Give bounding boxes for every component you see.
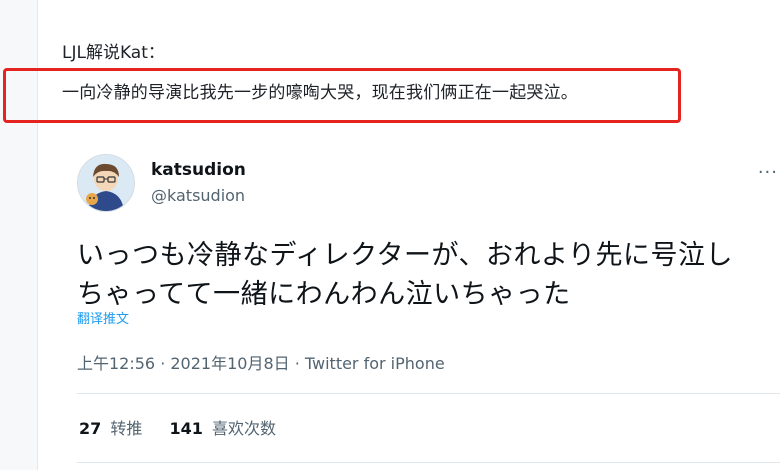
page: LJL解说Kat： 一向冷静的导演比我先一步的嚎啕大哭，现在我们俩正在一起哭泣。… — [0, 0, 780, 470]
retweets-stat[interactable]: 27 转推 — [79, 415, 142, 439]
post-quote-text: 一向冷静的导演比我先一步的嚎啕大哭，现在我们俩正在一起哭泣。 — [62, 83, 578, 103]
tweet-handle[interactable]: @katsudion — [151, 186, 245, 205]
likes-stat[interactable]: 141 喜欢次数 — [169, 415, 276, 439]
avatar-image — [78, 155, 134, 211]
tweet-timestamp[interactable]: 上午12:56 · 2021年10月8日 · Twitter for iPhon… — [77, 350, 445, 374]
avatar[interactable] — [77, 154, 135, 212]
retweets-count: 27 — [79, 419, 102, 438]
more-options-icon[interactable]: ··· — [758, 162, 778, 183]
likes-count: 141 — [169, 419, 203, 438]
divider — [77, 393, 780, 394]
likes-label: 喜欢次数 — [211, 419, 276, 438]
embedded-tweet: katsudion @katsudion ··· いっつも冷静なディレクターが、… — [37, 140, 780, 470]
tweet-text-line-1: いっつも冷静なディレクターが、おれより先に号泣し — [77, 240, 733, 271]
tweet-text-line-2: ちゃってて一緒にわんわん泣いちゃった — [77, 279, 571, 310]
translate-tweet-link[interactable]: 翻译推文 — [77, 308, 129, 327]
divider — [77, 462, 780, 463]
post-caption: LJL解说Kat： — [62, 43, 165, 63]
tweet-stats: 27 转推 141 喜欢次数 — [79, 415, 298, 439]
retweets-label: 转推 — [110, 419, 143, 438]
tweet-display-name[interactable]: katsudion — [151, 160, 246, 180]
